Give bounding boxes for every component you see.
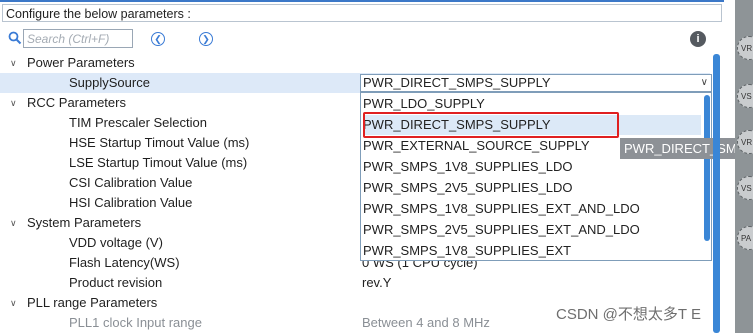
chevron-down-icon[interactable]: ∨ <box>10 293 17 313</box>
option-item[interactable]: PWR_SMPS_2V5_SUPPLIES_EXT_AND_LDO <box>363 220 701 240</box>
supplysource-select[interactable]: PWR_DIRECT_SMPS_SUPPLY ∨ <box>360 74 712 92</box>
highlight-box <box>363 112 619 138</box>
watermark: CSDN @不想太多T E <box>556 306 701 323</box>
chevron-down-icon[interactable]: ∨ <box>10 53 17 73</box>
main-scrollbar[interactable] <box>713 54 720 333</box>
option-item[interactable]: PWR_SMPS_1V8_SUPPLIES_LDO <box>363 157 701 177</box>
param-row[interactable]: Product revision rev.Y <box>0 273 710 293</box>
search-input[interactable] <box>23 29 133 48</box>
search-icon <box>8 31 22 45</box>
param-value: rev.Y <box>362 275 392 290</box>
option-item[interactable]: PWR_SMPS_1V8_SUPPLIES_EXT <box>363 241 701 261</box>
supplysource-options-list[interactable]: PWR_LDO_SUPPLY PWR_DIRECT_SMPS_SUPPLY PW… <box>360 92 712 261</box>
chip-view-panel: VR VS VR VS PA <box>735 0 753 333</box>
option-item[interactable]: PWR_SMPS_2V5_SUPPLIES_LDO <box>363 178 701 198</box>
info-icon[interactable]: i <box>690 31 706 47</box>
pin-icon[interactable]: VR <box>737 36 753 60</box>
param-label: SupplySource <box>69 75 150 90</box>
page-title: Configure the below parameters : <box>2 4 722 22</box>
chevron-down-icon[interactable]: ∨ <box>10 213 17 233</box>
option-item[interactable]: PWR_LDO_SUPPLY <box>363 94 701 114</box>
right-arrow-circle-icon[interactable]: ❯ <box>199 32 213 46</box>
dropdown-scrollbar[interactable] <box>704 95 710 241</box>
pin-icon[interactable]: PA <box>737 226 753 250</box>
pin-icon[interactable]: VR <box>737 130 753 154</box>
category-power-parameters[interactable]: ∨ Power Parameters <box>0 53 710 73</box>
pin-icon[interactable]: VS <box>737 84 753 108</box>
pin-icon[interactable]: VS <box>737 176 753 200</box>
tooltip: PWR_DIRECT_SMPS_SUPPLY <box>620 138 753 159</box>
param-value: Between 4 and 8 MHz <box>362 315 490 330</box>
left-arrow-circle-icon[interactable]: ❮ <box>151 32 165 46</box>
option-item[interactable]: PWR_SMPS_1V8_SUPPLIES_EXT_AND_LDO <box>363 199 701 219</box>
top-accent-bar <box>0 0 724 2</box>
chevron-down-icon[interactable]: ∨ <box>701 75 708 91</box>
chevron-down-icon[interactable]: ∨ <box>10 93 17 113</box>
